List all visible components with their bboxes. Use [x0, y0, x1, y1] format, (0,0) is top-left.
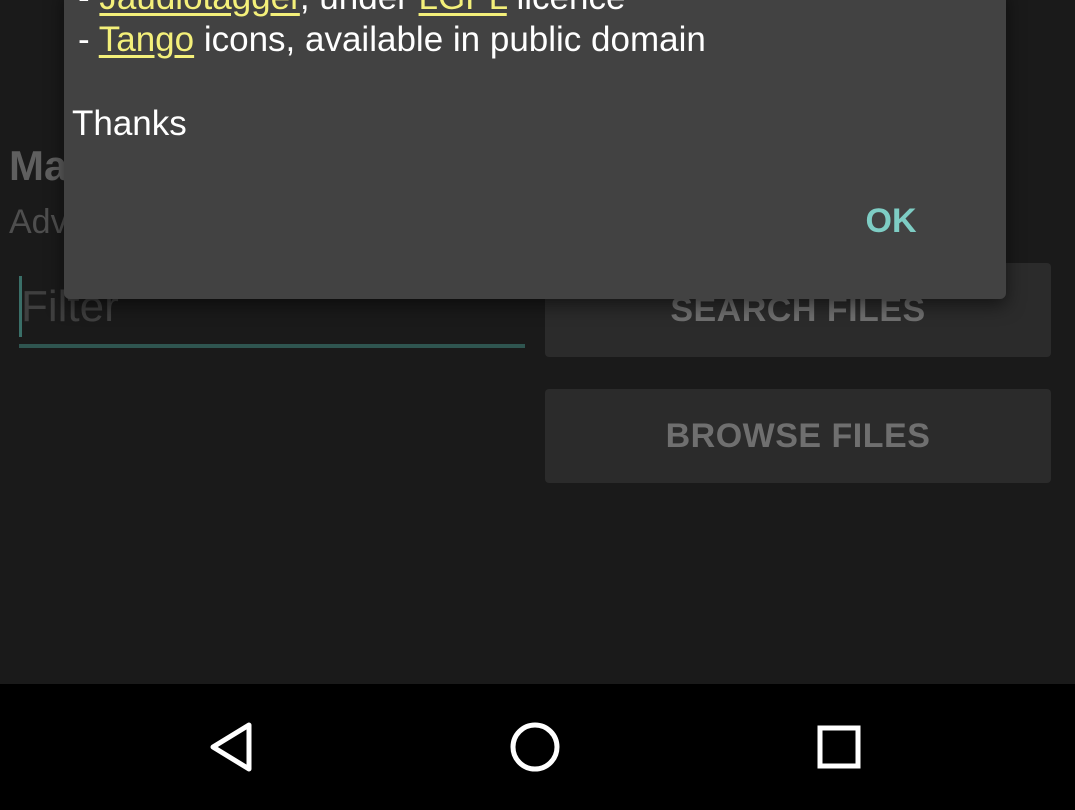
app-screen: Ma Adv s. SEARCH FILES BROWSE FILES - Ja…	[0, 0, 1075, 684]
app-subtitle: Adv	[9, 203, 68, 241]
about-dialog: - Jaudiotagger, under LGPL licence - Tan…	[64, 0, 1006, 299]
home-button[interactable]	[475, 684, 595, 810]
system-navigation-bar	[0, 684, 1075, 810]
credit-middle-text: , under	[300, 0, 419, 17]
app-title: Ma	[9, 142, 68, 189]
lgpl-link[interactable]: LGPL	[419, 0, 507, 17]
recents-square-icon	[817, 725, 861, 769]
dialog-credit-line-jaudiotagger: - Jaudiotagger, under LGPL licence	[78, 0, 625, 18]
back-triangle-icon	[210, 722, 252, 772]
browse-files-button[interactable]: BROWSE FILES	[545, 389, 1051, 483]
credit-suffix-text: licence	[507, 0, 625, 17]
credit-suffix-text: icons, available in public domain	[194, 20, 706, 59]
jaudiotagger-link[interactable]: Jaudiotagger	[99, 0, 299, 17]
bullet-prefix: -	[78, 0, 99, 17]
dialog-thanks-text: Thanks	[72, 104, 187, 143]
ok-button[interactable]: OK	[856, 196, 926, 246]
recents-button[interactable]	[779, 684, 899, 810]
back-button[interactable]	[173, 684, 293, 810]
dialog-credit-line-tango: - Tango icons, available in public domai…	[78, 20, 706, 60]
tango-link[interactable]: Tango	[99, 20, 194, 59]
home-circle-icon	[510, 722, 560, 772]
bullet-prefix: -	[78, 20, 99, 59]
